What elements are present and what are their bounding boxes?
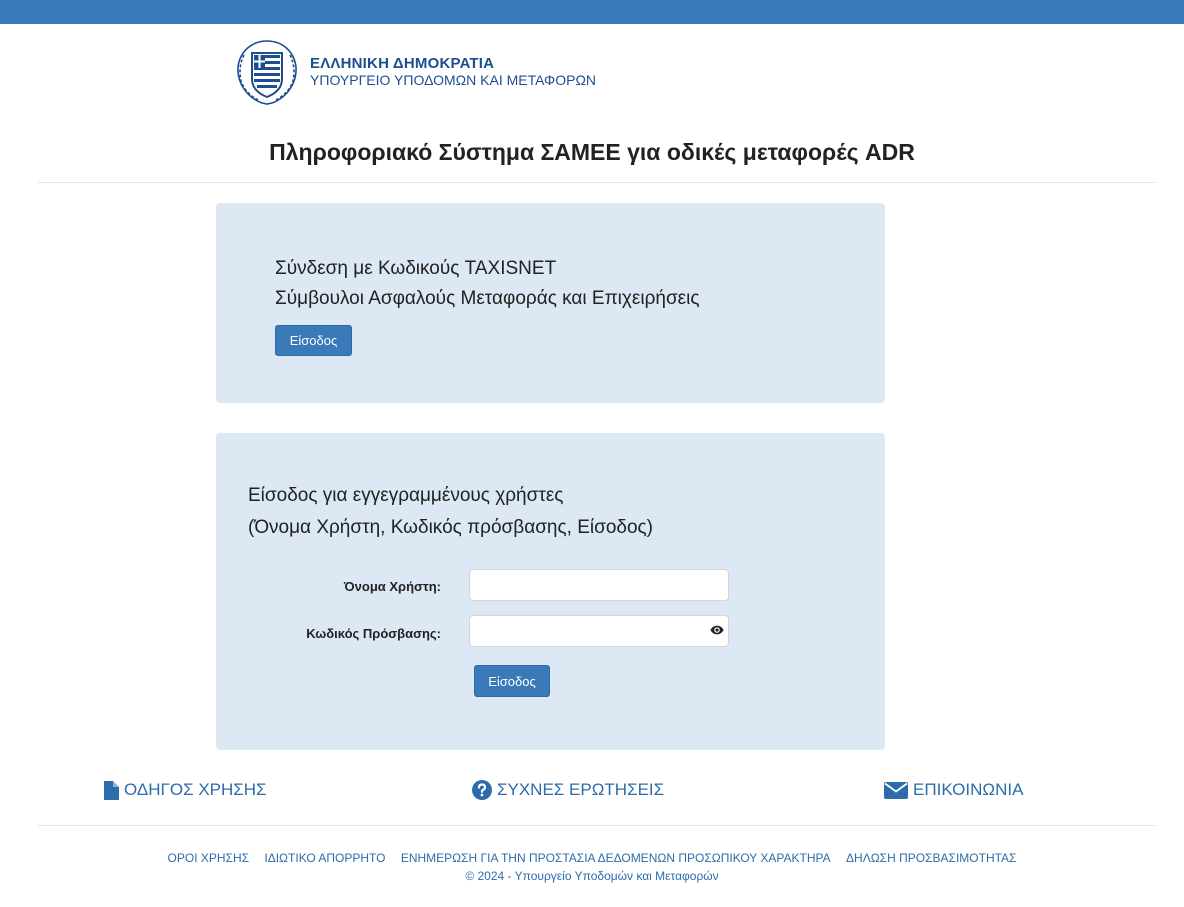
header-divider	[38, 182, 1156, 183]
ministry-name: ΥΠΟΥΡΓΕΙΟ ΥΠΟΔΟΜΩΝ ΚΑΙ ΜΕΤΑΦΟΡΩΝ	[310, 72, 597, 88]
username-input[interactable]	[469, 569, 729, 601]
document-icon	[104, 780, 119, 800]
footer-links: ΟΡΟΙ ΧΡΗΣΗΣ ΙΔΙΩΤΙΚΟ ΑΠΟΡΡΗΤΟ ΕΝΗΜΕΡΩΣΗ …	[0, 851, 1184, 865]
privacy-link[interactable]: ΙΔΙΩΤΙΚΟ ΑΠΟΡΡΗΤΟ	[264, 851, 385, 865]
faq-link[interactable]: ΣΥΧΝΕΣ ΕΡΩΤΗΣΕΙΣ	[472, 780, 664, 800]
quick-links: ΟΔΗΓΟΣ ΧΡΗΣΗΣ ΣΥΧΝΕΣ ΕΡΩΤΗΣΕΙΣ ΕΠΙΚΟΙΝΩΝ…	[0, 780, 1184, 806]
taxisnet-subheading: Σύμβουλοι Ασφαλούς Μεταφοράς και Επιχειρ…	[275, 288, 700, 309]
government-header: ΕΛΛΗΝΙΚΗ ΔΗΜΟΚΡΑΤΙΑ ΥΠΟΥΡΓΕΙΟ ΥΠΟΔΟΜΩΝ Κ…	[232, 37, 596, 107]
username-label: Όνομα Χρήστη:	[343, 579, 441, 594]
accessibility-statement-link[interactable]: ΔΗΛΩΣΗ ΠΡΟΣΒΑΣΙΜΟΤΗΤΑΣ	[846, 851, 1016, 865]
contact-link[interactable]: ΕΠΙΚΟΙΝΩΝΙΑ	[884, 780, 1023, 800]
password-label: Κωδικός Πρόσβασης:	[306, 626, 441, 641]
gov-title: ΕΛΛΗΝΙΚΗ ΔΗΜΟΚΡΑΤΙΑ	[310, 55, 495, 72]
copyright: © 2024 - Υπουργείο Υποδομών και Μεταφορώ…	[465, 869, 719, 883]
contact-label: ΕΠΙΚΟΙΝΩΝΙΑ	[913, 780, 1024, 799]
top-bar	[0, 0, 1184, 24]
question-circle-icon	[472, 780, 492, 800]
greek-coat-of-arms-icon	[237, 40, 297, 105]
data-protection-link[interactable]: ΕΝΗΜΕΡΩΣΗ ΓΙΑ ΤΗΝ ΠΡΟΣΤΑΣΙΑ ΔΕΔΟΜΕΝΩΝ ΠΡ…	[401, 851, 831, 865]
user-guide-link[interactable]: ΟΔΗΓΟΣ ΧΡΗΣΗΣ	[104, 780, 267, 800]
taxisnet-login-panel: Σύνδεση με Κωδικούς TAXISNET Σύμβουλοι Α…	[216, 203, 885, 403]
envelope-icon	[884, 781, 908, 799]
login-subheading: (Όνομα Χρήστη, Κωδικός πρόσβασης, Είσοδο…	[248, 517, 654, 538]
user-guide-label: ΟΔΗΓΟΣ ΧΡΗΣΗΣ	[124, 780, 267, 799]
eye-icon[interactable]	[710, 623, 724, 637]
page-title: Πληροφοριακό Σύστημα ΣΑΜΕΕ για οδικές με…	[269, 139, 915, 165]
taxisnet-login-button[interactable]: Είσοδος	[275, 325, 352, 356]
footer-divider	[38, 825, 1156, 826]
password-input[interactable]	[469, 615, 729, 647]
registered-user-login-panel: Είσοδος για εγγεγραμμένους χρήστες (Όνομ…	[216, 433, 885, 750]
faq-label: ΣΥΧΝΕΣ ΕΡΩΤΗΣΕΙΣ	[497, 780, 665, 799]
login-heading: Είσοδος για εγγεγραμμένους χρήστες	[248, 485, 564, 506]
login-submit-button[interactable]: Είσοδος	[474, 665, 550, 697]
terms-of-use-link[interactable]: ΟΡΟΙ ΧΡΗΣΗΣ	[168, 851, 250, 865]
taxisnet-heading: Σύνδεση με Κωδικούς TAXISNET	[275, 258, 557, 279]
